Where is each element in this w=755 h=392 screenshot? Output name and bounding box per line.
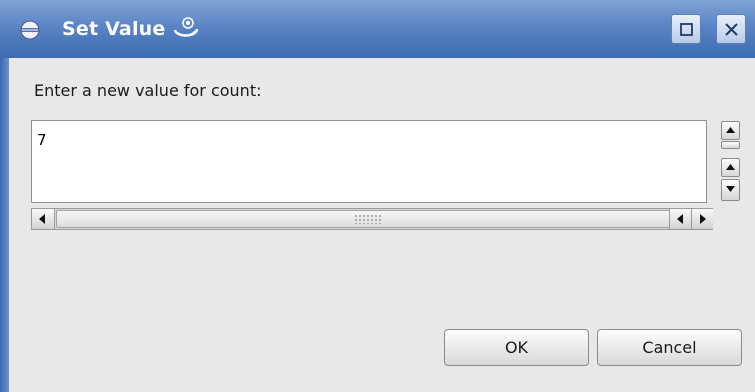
set-value-dialog: Set Value Enter a new value for count: 7 [0,0,755,392]
window-title: Set Value [62,18,166,40]
arrow-left-icon [677,214,683,224]
prompt-label: Enter a new value for count: [34,81,262,100]
value-input[interactable]: 7 [31,120,707,203]
scroll-left-button[interactable] [32,209,55,229]
scroll-thumb[interactable] [56,210,680,228]
scroll-left-button-end[interactable] [669,209,692,229]
arrow-up-icon [726,164,735,170]
scroll-up-button[interactable] [721,121,740,140]
horizontal-scrollbar[interactable] [31,208,713,230]
arrow-up-icon [726,127,735,133]
title-bar[interactable]: Set Value [0,0,755,58]
scroll-track-segment[interactable] [721,141,740,149]
scroll-up-button-secondary[interactable] [721,158,740,177]
value-text: 7 [37,131,47,149]
ok-button[interactable]: OK [444,329,589,366]
grip-icon [354,214,382,224]
scroll-down-button[interactable] [721,179,740,201]
maximize-icon [680,23,693,36]
maximize-button[interactable] [671,14,701,44]
close-icon [725,23,738,36]
arrow-left-icon [39,214,45,224]
window-border [0,58,9,392]
swirl-icon [173,17,199,37]
scroll-right-button[interactable] [691,209,713,229]
arrow-down-icon [726,186,735,192]
cancel-button[interactable]: Cancel [597,329,742,366]
eclipse-icon[interactable] [20,20,40,40]
arrow-right-icon [700,214,706,224]
dialog-body: Enter a new value for count: 7 OK Cancel [0,58,755,392]
close-button[interactable] [716,14,746,44]
